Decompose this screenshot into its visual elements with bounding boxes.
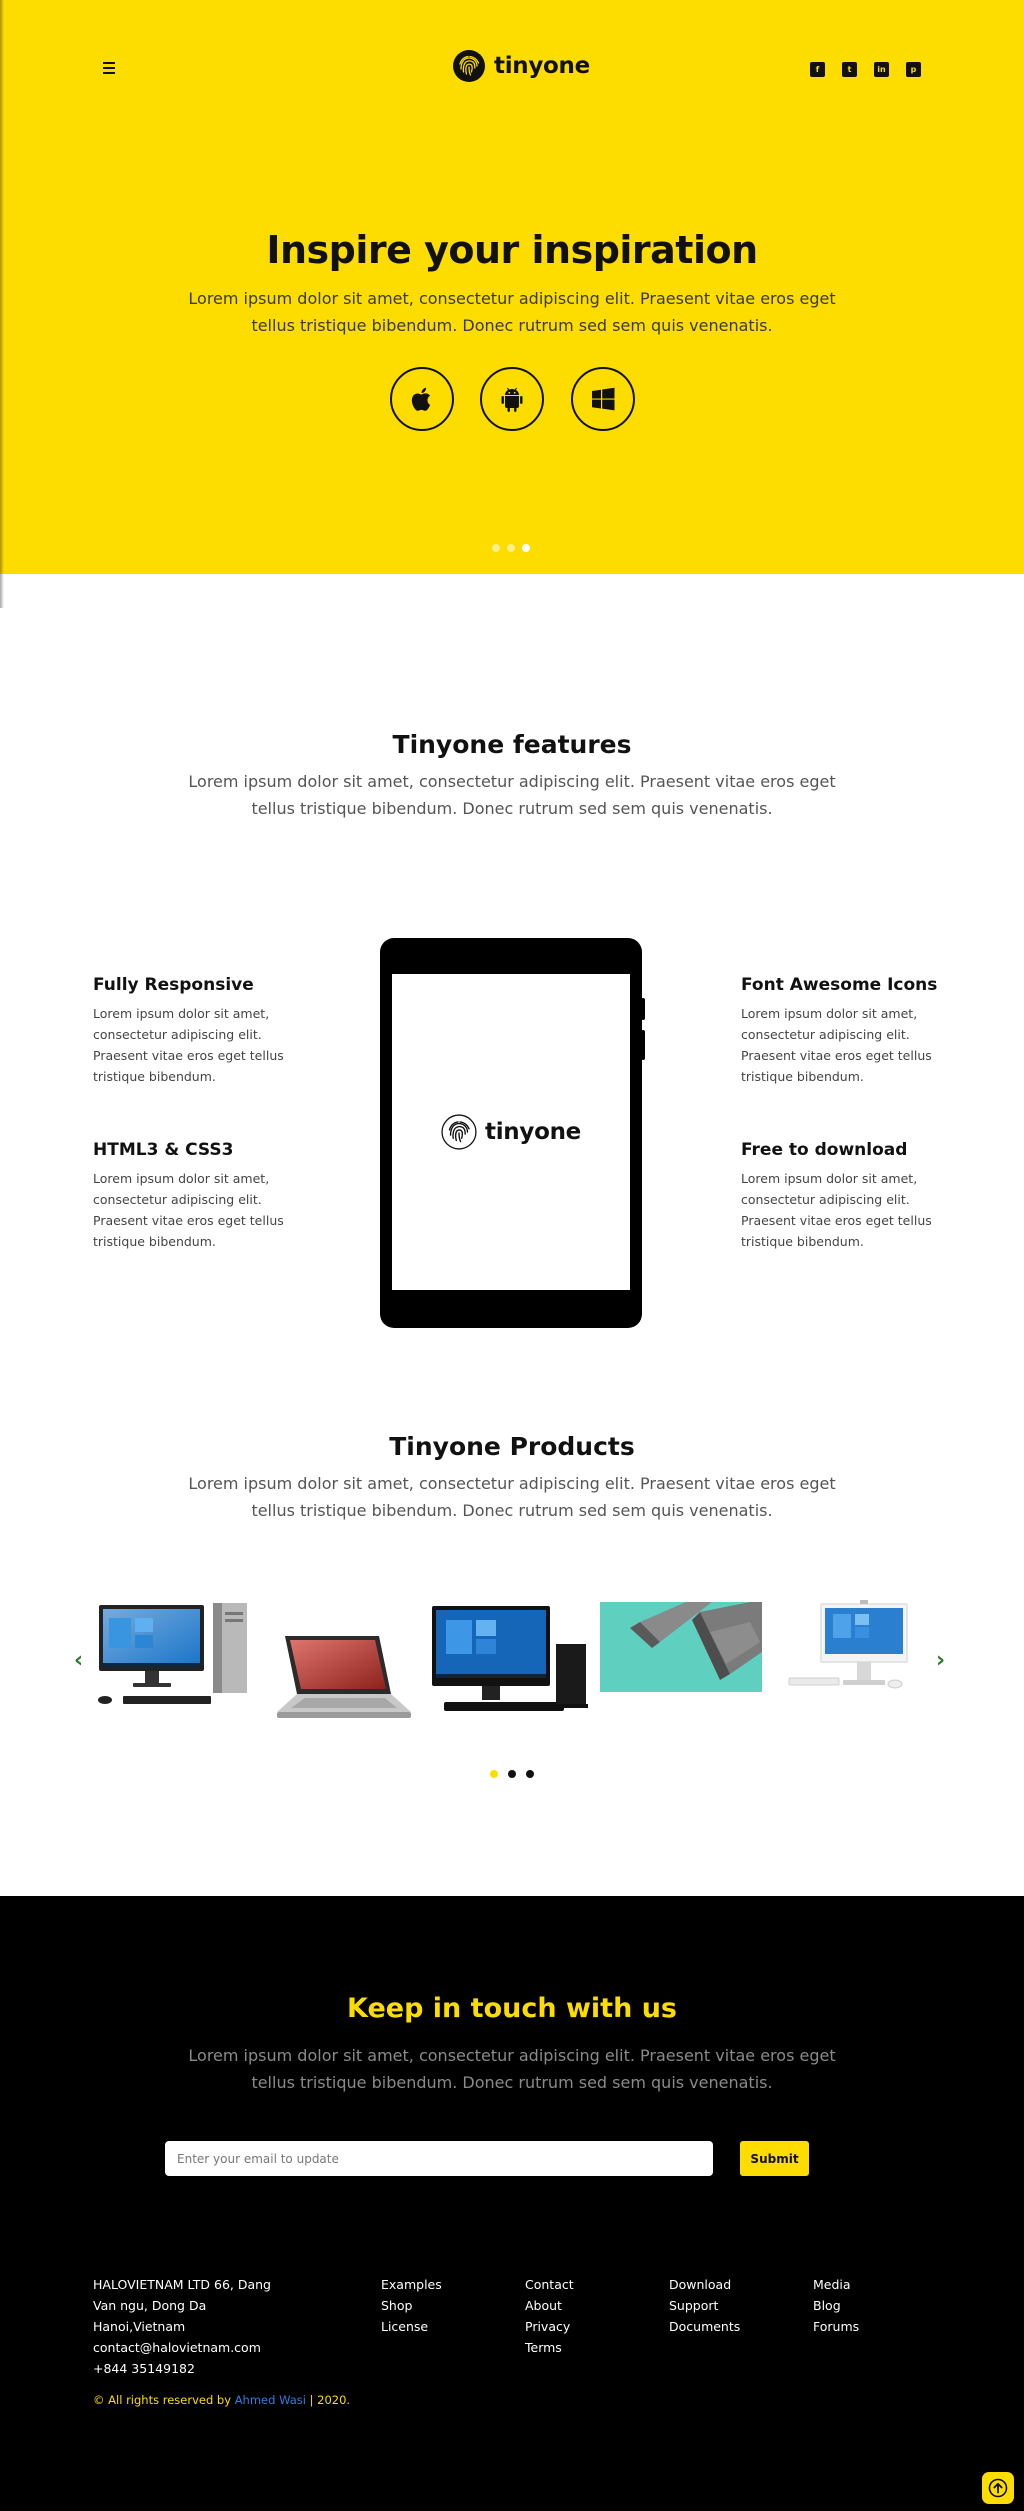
hero-slide-dot[interactable]: [522, 544, 530, 552]
footer-link-documents[interactable]: Documents: [669, 2316, 740, 2337]
linkedin-icon[interactable]: in: [874, 62, 889, 77]
footer-link-media[interactable]: Media: [813, 2274, 859, 2295]
twitter-square-icon[interactable]: t: [842, 62, 857, 77]
footer-link-about[interactable]: About: [525, 2295, 574, 2316]
hero-subtitle: Lorem ipsum dolor sit amet, consectetur …: [188, 289, 836, 335]
feature-title: HTML3 & CSS3: [93, 1140, 234, 1160]
hamburger-icon[interactable]: [100, 60, 118, 76]
products-title: Tinyone Products: [389, 1432, 635, 1461]
company-address: HALOVIETNAM LTD 66, Dang Van ngu, Dong D…: [93, 2274, 303, 2379]
fingerprint-icon: [453, 50, 485, 82]
facebook-square-icon[interactable]: f: [810, 62, 825, 77]
footer-link-terms[interactable]: Terms: [525, 2337, 574, 2358]
footer-title: Keep in touch with us: [347, 1993, 677, 2024]
product-desktop-pc[interactable]: [95, 1600, 255, 1710]
copyright-author-link[interactable]: Ahmed Wasi: [235, 2393, 306, 2407]
feature-text: Lorem ipsum dolor sit amet, consectetur …: [741, 1006, 932, 1084]
feature-free-download: Free to download Lorem ipsum dolor sit a…: [741, 1140, 941, 1252]
footer-link-blog[interactable]: Blog: [813, 2295, 859, 2316]
footer-link-support[interactable]: Support: [669, 2295, 740, 2316]
footer-link-privacy[interactable]: Privacy: [525, 2316, 574, 2337]
footer-link-contact[interactable]: Contact: [525, 2274, 574, 2295]
tablet-screen: tinyone: [392, 974, 630, 1290]
hero-section: tinyone f t in p Inspire your inspiratio…: [0, 0, 1024, 574]
feature-title: Free to download: [741, 1140, 908, 1160]
tablet-side-button: [641, 998, 645, 1020]
hero-title: Inspire your inspiration: [266, 228, 758, 272]
tablet-side-button: [641, 1030, 645, 1060]
brand-name: tinyone: [494, 53, 590, 79]
product-all-in-one[interactable]: [785, 1598, 911, 1694]
copyright: © All rights reserved by Ahmed Wasi | 20…: [93, 2393, 350, 2407]
feature-title: Fully Responsive: [93, 975, 254, 995]
copyright-suffix: | 2020.: [309, 2393, 351, 2407]
footer-links-col-2: Contact About Privacy Terms: [525, 2274, 574, 2358]
android-button[interactable]: [480, 367, 544, 431]
feature-html-css: HTML3 & CSS3 Lorem ipsum dolor sit amet,…: [93, 1140, 293, 1252]
windows-icon: [592, 387, 615, 411]
android-icon: [501, 387, 523, 412]
windows-button[interactable]: [571, 367, 635, 431]
pinterest-square-icon[interactable]: p: [906, 62, 921, 77]
features-title: Tinyone features: [392, 730, 632, 759]
back-to-top-button[interactable]: [982, 2472, 1014, 2504]
contact-email[interactable]: contact@halovietnam.com: [93, 2337, 303, 2358]
products-slide-dot[interactable]: [490, 1770, 498, 1778]
feature-text: Lorem ipsum dolor sit amet, consectetur …: [93, 1006, 284, 1084]
product-desktop-monitor[interactable]: [430, 1602, 592, 1718]
products-slide-dot[interactable]: [526, 1770, 534, 1778]
copyright-prefix: © All rights reserved by: [93, 2393, 232, 2407]
hero-slide-dot[interactable]: [507, 544, 515, 552]
product-laptop[interactable]: [275, 1632, 413, 1724]
tablet-mockup: tinyone: [380, 938, 645, 1328]
feature-font-awesome: Font Awesome Icons Lorem ipsum dolor sit…: [741, 975, 941, 1087]
feature-text: Lorem ipsum dolor sit amet, consectetur …: [93, 1171, 284, 1249]
footer-link-shop[interactable]: Shop: [381, 2295, 442, 2316]
arrow-up-icon: [988, 2478, 1008, 2498]
footer-subtitle: Lorem ipsum dolor sit amet, consectetur …: [188, 2046, 836, 2092]
chevron-right-icon[interactable]: ›: [936, 1648, 945, 1673]
footer-section: Keep in touch with us Lorem ipsum dolor …: [0, 1896, 1024, 2511]
feature-title: Font Awesome Icons: [741, 975, 938, 995]
contact-phone: +844 35149182: [93, 2361, 195, 2376]
features-subtitle: Lorem ipsum dolor sit amet, consectetur …: [188, 772, 836, 818]
email-input[interactable]: [165, 2141, 713, 2176]
footer-link-examples[interactable]: Examples: [381, 2274, 442, 2295]
products-subtitle: Lorem ipsum dolor sit amet, consectetur …: [188, 1474, 836, 1520]
apple-icon: [411, 387, 431, 411]
chevron-left-icon[interactable]: ‹: [74, 1648, 83, 1673]
footer-links-col-1: Examples Shop License: [381, 2274, 442, 2337]
footer-link-forums[interactable]: Forums: [813, 2316, 859, 2337]
footer-link-license[interactable]: License: [381, 2316, 442, 2337]
footer-link-download[interactable]: Download: [669, 2274, 740, 2295]
brand-logo[interactable]: tinyone: [452, 48, 590, 84]
feature-text: Lorem ipsum dolor sit amet, consectetur …: [741, 1171, 932, 1249]
address-line: HALOVIETNAM LTD 66, Dang: [93, 2277, 271, 2292]
feature-fully-responsive: Fully Responsive Lorem ipsum dolor sit a…: [93, 975, 293, 1087]
product-folded-laptops[interactable]: [600, 1602, 762, 1692]
page-edge-shadow: [0, 0, 4, 608]
products-slide-dot[interactable]: [508, 1770, 516, 1778]
tablet-brand-name: tinyone: [485, 1119, 581, 1145]
address-line: Hanoi,Vietnam: [93, 2319, 186, 2334]
address-line: Van ngu, Dong Da: [93, 2298, 207, 2313]
submit-button[interactable]: Submit: [740, 2141, 809, 2176]
footer-links-col-4: Media Blog Forums: [813, 2274, 859, 2337]
apple-button[interactable]: [390, 367, 454, 431]
fingerprint-icon: [441, 1114, 477, 1150]
footer-links-col-3: Download Support Documents: [669, 2274, 740, 2337]
hero-slide-dot[interactable]: [492, 544, 500, 552]
